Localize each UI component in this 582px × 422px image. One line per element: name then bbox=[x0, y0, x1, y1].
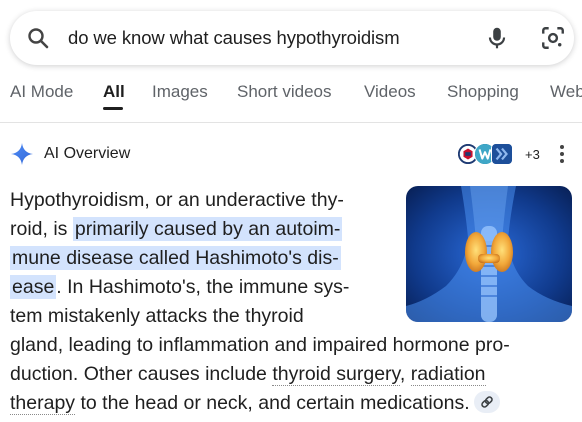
answer-line: duction. Other causes include thyroid su… bbox=[10, 360, 486, 389]
answer-text-segment: roid, is bbox=[10, 218, 73, 240]
answer-text-segment: tem mistakenly attacks the thyroid bbox=[10, 305, 304, 327]
tab-shopping[interactable]: Shopping bbox=[447, 82, 519, 102]
highlighted-answer-text: primarily caused by an autoim- bbox=[72, 217, 343, 241]
answer-text-segment: to the head or neck, and certain medicat… bbox=[75, 392, 470, 414]
search-query-text[interactable]: do we know what causes hypothyroidism bbox=[68, 27, 400, 49]
answer-line: tem mistakenly attacks the thyroid bbox=[10, 302, 304, 331]
answer-text-segment: , bbox=[399, 363, 411, 385]
search-icon bbox=[28, 28, 49, 49]
camera-lens-icon[interactable] bbox=[540, 25, 566, 51]
answer-line: gland, leading to inflammation and impai… bbox=[10, 331, 510, 360]
thyroid-surgery-link[interactable]: thyroid surgery bbox=[272, 363, 400, 386]
answer-line: mune disease called Hashimoto's dis- bbox=[10, 244, 341, 273]
answer-text-segment: gland, leading to inflammation and impai… bbox=[10, 334, 510, 356]
microphone-icon[interactable] bbox=[484, 25, 510, 51]
ai-overview-header: AI Overview +3 bbox=[10, 140, 572, 170]
tab-all[interactable]: All bbox=[103, 82, 125, 102]
tab-videos[interactable]: Videos bbox=[364, 82, 416, 102]
link-icon[interactable] bbox=[473, 390, 500, 413]
answer-line: ease. In Hashimoto's, the immune sys- bbox=[10, 273, 349, 302]
search-bar[interactable]: do we know what causes hypothyroidism bbox=[10, 11, 574, 65]
tabs-divider bbox=[0, 122, 582, 123]
tab-ai-mode[interactable]: AI Mode bbox=[10, 82, 73, 102]
search-tabs: AI Mode All Images Short videos Videos S… bbox=[0, 78, 582, 112]
answer-text-segment: duction. Other causes include bbox=[10, 363, 273, 385]
radiation-therapy-link[interactable]: radiation bbox=[410, 363, 486, 386]
answer-line: Hypothyroidism, or an underactive thy- bbox=[10, 186, 344, 215]
highlighted-answer-text: ease bbox=[10, 275, 57, 299]
ai-sparkle-icon bbox=[11, 143, 33, 165]
highlighted-answer-text: mune disease called Hashimoto's dis- bbox=[10, 246, 341, 270]
answer-text-segment: Hypothyroidism, or an underactive thy- bbox=[10, 189, 344, 211]
thyroid-illustration-image[interactable] bbox=[406, 186, 572, 322]
answer-line: roid, is primarily caused by an autoim- bbox=[10, 215, 343, 244]
radiation-therapy-link[interactable]: therapy bbox=[10, 392, 76, 415]
clinic-source-icon[interactable] bbox=[491, 143, 513, 165]
more-sources-count[interactable]: +3 bbox=[525, 147, 540, 162]
ai-overview-title: AI Overview bbox=[44, 145, 131, 162]
answer-line: therapy to the head or neck, and certain… bbox=[10, 389, 500, 418]
source-icons[interactable]: +3 bbox=[457, 143, 540, 167]
tab-web[interactable]: Web bbox=[550, 82, 582, 102]
tab-short-videos[interactable]: Short videos bbox=[237, 82, 332, 102]
more-options-icon[interactable] bbox=[559, 145, 565, 165]
active-tab-indicator bbox=[103, 107, 123, 110]
answer-text-segment: . In Hashimoto's, the immune sys- bbox=[56, 276, 350, 298]
tab-images[interactable]: Images bbox=[152, 82, 208, 102]
